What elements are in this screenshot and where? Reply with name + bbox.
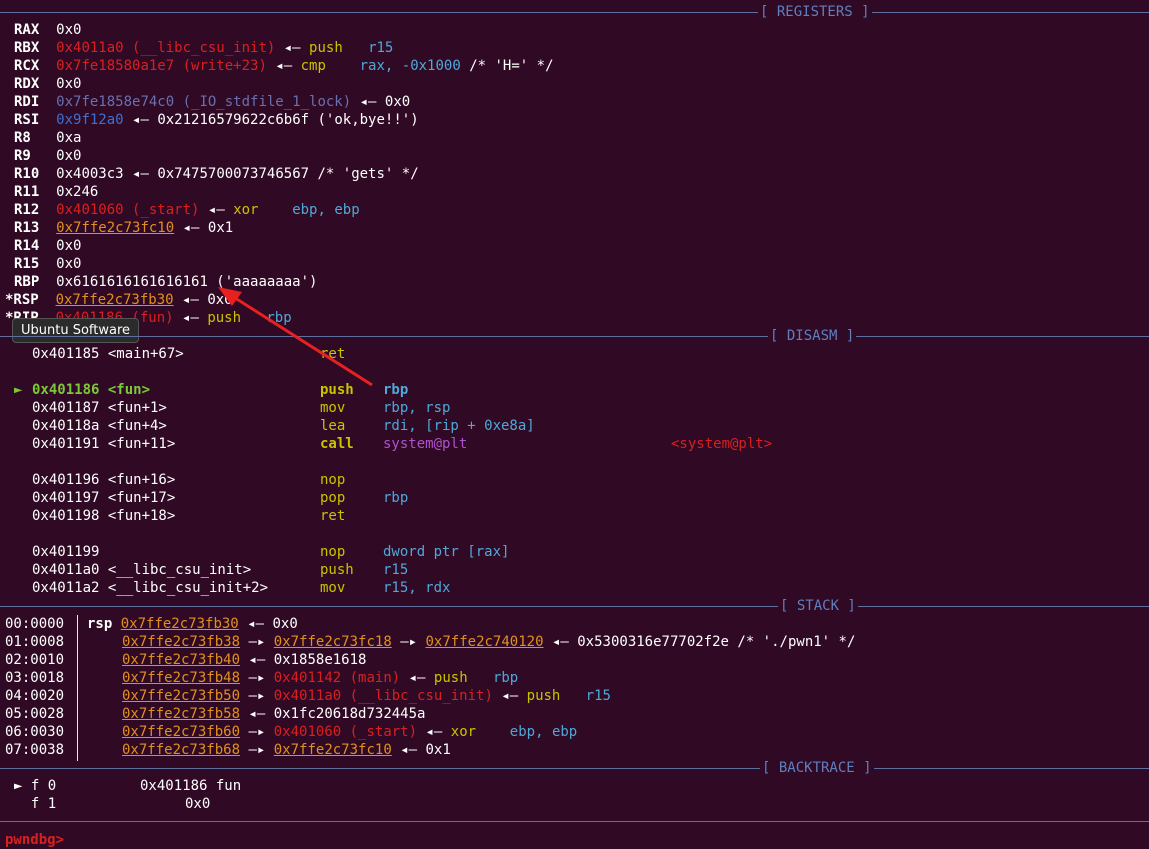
annotation-arrow-icon — [218, 287, 373, 387]
